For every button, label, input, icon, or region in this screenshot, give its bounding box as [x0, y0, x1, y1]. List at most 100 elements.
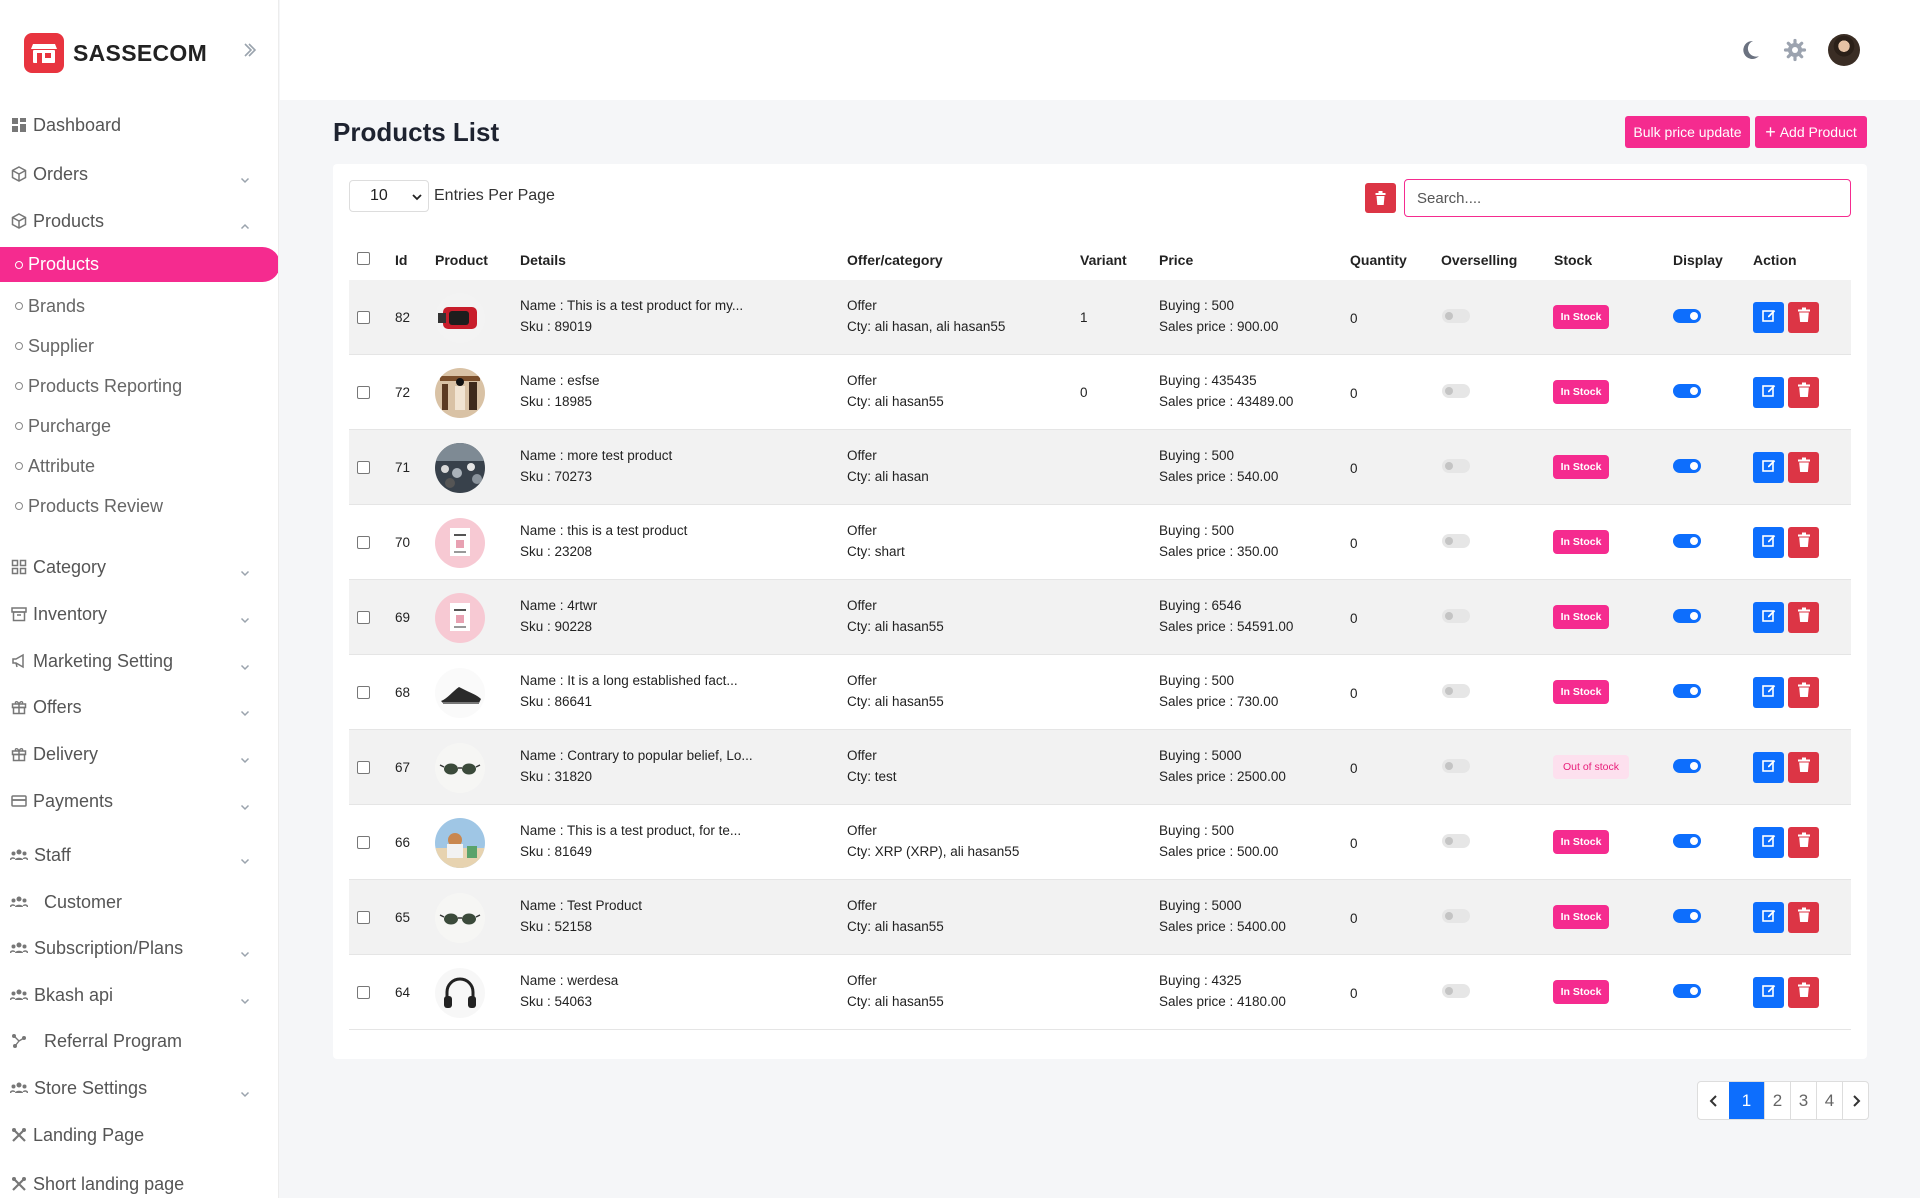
sidebar-subitem-products-reporting[interactable]: Products Reporting: [0, 368, 278, 404]
sidebar-item-products[interactable]: Products: [0, 203, 278, 239]
overselling-toggle[interactable]: [1442, 309, 1470, 323]
delete-button[interactable]: [1788, 827, 1819, 858]
overselling-toggle[interactable]: [1442, 684, 1470, 698]
display-toggle[interactable]: [1673, 684, 1701, 698]
page-1-button[interactable]: 1: [1729, 1082, 1764, 1119]
overselling-toggle[interactable]: [1442, 534, 1470, 548]
moon-icon[interactable]: [1738, 38, 1762, 62]
sidebar-subitem-products-review[interactable]: Products Review: [0, 488, 278, 524]
overselling-toggle[interactable]: [1442, 384, 1470, 398]
sidebar-item-label: Store Settings: [34, 1077, 148, 1098]
edit-button[interactable]: [1753, 977, 1784, 1008]
row-checkbox[interactable]: [357, 911, 370, 924]
edit-icon: [1761, 908, 1776, 927]
sidebar-subitem-products[interactable]: Products: [0, 247, 278, 282]
collapse-sidebar-icon[interactable]: [243, 42, 257, 58]
sidebar-item-delivery[interactable]: Delivery: [0, 736, 278, 772]
sidebar-item-short-landing-page[interactable]: Short landing page: [0, 1166, 278, 1198]
edit-button[interactable]: [1753, 752, 1784, 783]
display-toggle[interactable]: [1673, 534, 1701, 548]
display-toggle[interactable]: [1673, 384, 1701, 398]
column-header-action: Action: [1753, 252, 1797, 268]
row-checkbox[interactable]: [357, 761, 370, 774]
sidebar-item-subscription-plans[interactable]: Subscription/Plans: [0, 930, 278, 966]
row-checkbox[interactable]: [357, 686, 370, 699]
display-toggle[interactable]: [1673, 309, 1701, 323]
display-toggle[interactable]: [1673, 609, 1701, 623]
sidebar-item-marketing-setting[interactable]: Marketing Setting: [0, 643, 278, 679]
display-toggle[interactable]: [1673, 459, 1701, 473]
entries-per-page-select[interactable]: 10: [349, 180, 429, 212]
edit-button[interactable]: [1753, 302, 1784, 333]
sidebar-item-customer[interactable]: Customer: [0, 884, 278, 920]
sidebar-subitem-brands[interactable]: Brands: [0, 288, 278, 324]
sidebar-item-inventory[interactable]: Inventory: [0, 596, 278, 632]
delete-button[interactable]: [1788, 452, 1819, 483]
row-checkbox[interactable]: [357, 611, 370, 624]
delete-button[interactable]: [1788, 377, 1819, 408]
sidebar-item-staff[interactable]: Staff: [0, 837, 278, 873]
row-checkbox[interactable]: [357, 461, 370, 474]
sidebar-item-label: Marketing Setting: [33, 650, 174, 671]
sidebar-item-bkash-api[interactable]: Bkash api: [0, 977, 278, 1013]
edit-button[interactable]: [1753, 602, 1784, 633]
display-toggle[interactable]: [1673, 834, 1701, 848]
edit-button[interactable]: [1753, 377, 1784, 408]
row-checkbox[interactable]: [357, 386, 370, 399]
sidebar-subitem-supplier[interactable]: Supplier: [0, 328, 278, 364]
delete-button[interactable]: [1788, 752, 1819, 783]
sidebar-subitem-purcharge[interactable]: Purcharge: [0, 408, 278, 444]
page-3-button[interactable]: 3: [1790, 1082, 1816, 1119]
sidebar-item-dashboard[interactable]: Dashboard: [0, 107, 278, 143]
overselling-toggle[interactable]: [1442, 984, 1470, 998]
sidebar-subitem-attribute[interactable]: Attribute: [0, 448, 278, 484]
row-checkbox[interactable]: [357, 311, 370, 324]
category-label: Cty: XRP (XRP), ali hasan55: [847, 844, 1020, 859]
display-toggle[interactable]: [1673, 909, 1701, 923]
search-input[interactable]: [1404, 179, 1851, 217]
delete-button[interactable]: [1788, 527, 1819, 558]
delete-button[interactable]: [1788, 302, 1819, 333]
overselling-toggle[interactable]: [1442, 459, 1470, 473]
sidebar-item-landing-page[interactable]: Landing Page: [0, 1117, 278, 1153]
edit-button[interactable]: [1753, 452, 1784, 483]
edit-button[interactable]: [1753, 902, 1784, 933]
sales-price: Sales price : 54591.00: [1159, 619, 1294, 634]
row-checkbox[interactable]: [357, 536, 370, 549]
display-toggle[interactable]: [1673, 759, 1701, 773]
add-product-button[interactable]: + Add Product: [1755, 116, 1867, 148]
sidebar-item-payments[interactable]: Payments: [0, 783, 278, 819]
prev-page-button[interactable]: [1698, 1082, 1729, 1119]
product-sku: Sku : 54063: [520, 994, 593, 1009]
edit-button[interactable]: [1753, 827, 1784, 858]
user-avatar[interactable]: [1828, 34, 1860, 66]
delete-button[interactable]: [1788, 602, 1819, 633]
brand[interactable]: SASSECOM: [24, 33, 207, 73]
page-4-button[interactable]: 4: [1816, 1082, 1842, 1119]
page-2-button[interactable]: 2: [1764, 1082, 1790, 1119]
select-all-checkbox[interactable]: [357, 252, 370, 265]
row-checkbox[interactable]: [357, 836, 370, 849]
sales-price: Sales price : 730.00: [1159, 694, 1279, 709]
overselling-toggle[interactable]: [1442, 909, 1470, 923]
sidebar-item-store-settings[interactable]: Store Settings: [0, 1070, 278, 1106]
delete-button[interactable]: [1788, 902, 1819, 933]
sidebar-item-referral-program[interactable]: Referral Program: [0, 1023, 278, 1059]
delete-button[interactable]: [1788, 977, 1819, 1008]
gear-icon[interactable]: [1783, 38, 1807, 62]
sidebar-item-orders[interactable]: Orders: [0, 156, 278, 192]
bulk-price-update-button[interactable]: Bulk price update: [1625, 116, 1750, 148]
edit-button[interactable]: [1753, 527, 1784, 558]
next-page-button[interactable]: [1842, 1082, 1868, 1119]
overselling-toggle[interactable]: [1442, 609, 1470, 623]
sidebar-item-category[interactable]: Category: [0, 549, 278, 585]
display-toggle[interactable]: [1673, 984, 1701, 998]
sidebar-item-offers[interactable]: Offers: [0, 689, 278, 725]
edit-button[interactable]: [1753, 677, 1784, 708]
overselling-toggle[interactable]: [1442, 759, 1470, 773]
tools-icon: [10, 1126, 28, 1144]
overselling-toggle[interactable]: [1442, 834, 1470, 848]
bulk-delete-button[interactable]: [1365, 183, 1396, 213]
delete-button[interactable]: [1788, 677, 1819, 708]
row-checkbox[interactable]: [357, 986, 370, 999]
